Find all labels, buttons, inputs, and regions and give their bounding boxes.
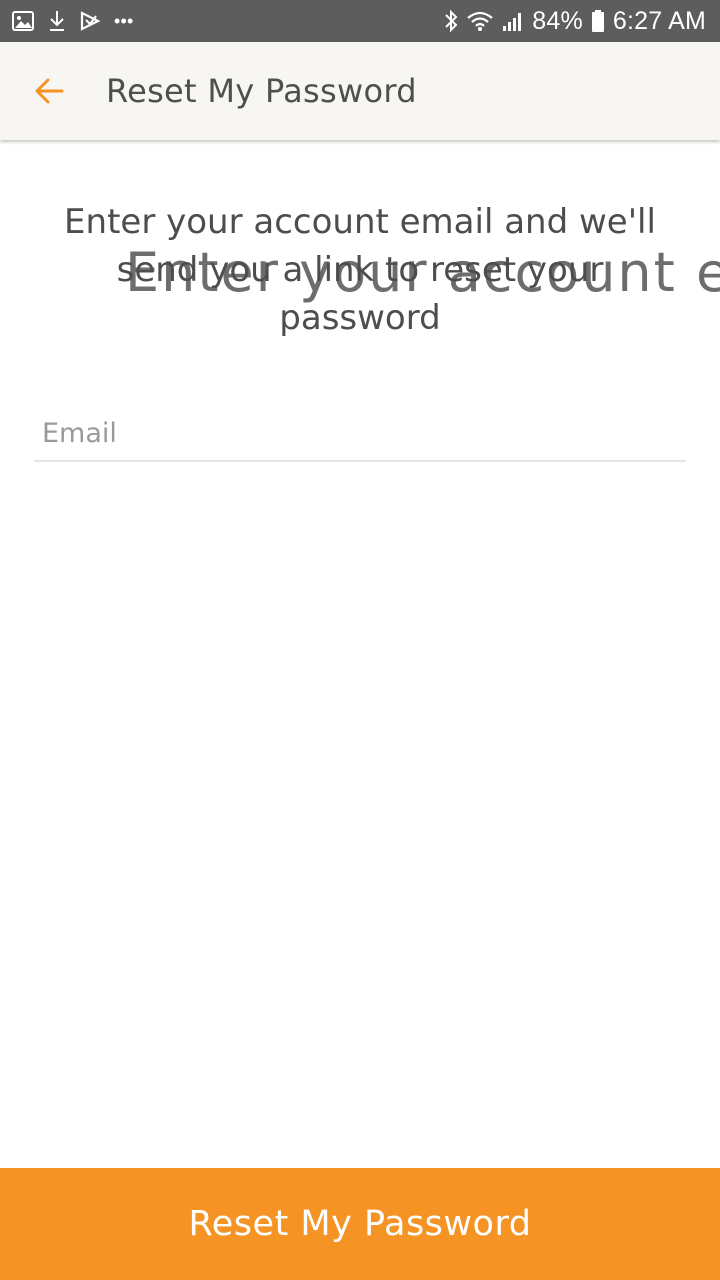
back-button[interactable]: [26, 68, 72, 114]
reset-password-button[interactable]: Reset My Password: [0, 1168, 720, 1280]
status-time: 6:27 AM: [612, 6, 706, 35]
battery-icon: [591, 9, 605, 33]
download-icon: [48, 10, 66, 32]
ghost-text-layer: Enter your account e: [0, 0, 720, 1280]
more-dots-icon: •••: [114, 10, 134, 31]
status-bar-notifications: •••: [12, 0, 134, 42]
status-bar-system: 84% 6:27 AM: [444, 0, 706, 42]
status-bar: ••• 84% 6:27 AM: [0, 0, 720, 42]
play-store-icon: [80, 11, 100, 31]
instruction-text: Enter your account email and we'll send …: [64, 202, 656, 338]
image-icon: [12, 11, 34, 31]
wifi-icon: [466, 10, 494, 32]
page-title: Reset My Password: [106, 72, 417, 110]
battery-percent: 84%: [532, 6, 583, 35]
bluetooth-icon: [444, 9, 458, 33]
signal-icon: [502, 10, 524, 32]
app-bar: Reset My Password: [0, 42, 720, 140]
arrow-left-icon: [34, 78, 64, 104]
email-field[interactable]: [34, 412, 686, 462]
